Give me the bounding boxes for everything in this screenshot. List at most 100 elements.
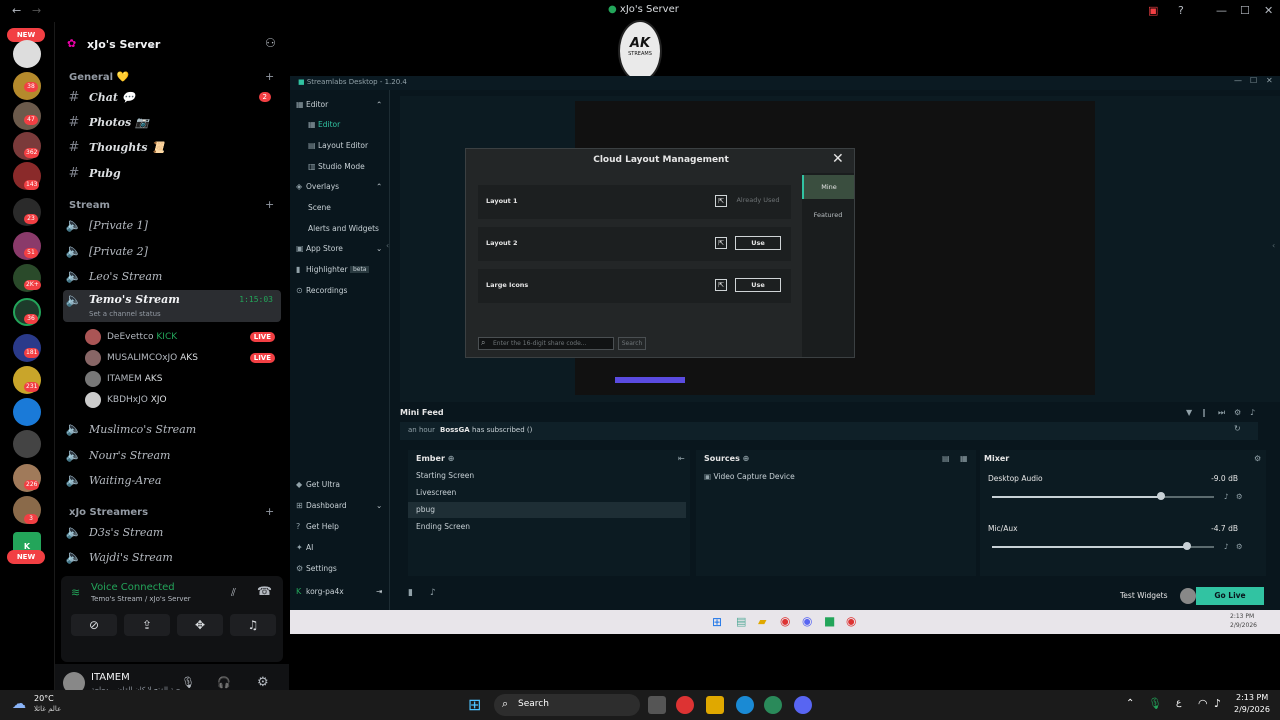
channel-photos[interactable]: # Photos 📷	[63, 111, 281, 133]
voice-user[interactable]: ITAMEM AKS	[85, 369, 162, 389]
voice-channel-private-2[interactable]: 🔈 [Private 2]	[63, 240, 281, 262]
settings-gear-icon[interactable]: ⚙	[1234, 408, 1241, 417]
folder-icon[interactable]: ▤	[942, 454, 950, 463]
preview-canvas[interactable]: Cloud Layout Management ✕ Layout 1 ⇱ Alr…	[465, 101, 1095, 395]
tab-mine[interactable]: Mine	[802, 175, 854, 199]
settings-gear-icon[interactable]: ⚙	[1254, 454, 1261, 463]
pause-icon[interactable]: ‖	[1202, 408, 1206, 417]
screen-share-button[interactable]: ⇪	[124, 614, 170, 636]
voice-channel-waiting[interactable]: 🔈 Waiting-Area	[63, 469, 281, 491]
scene-item[interactable]: Ending Screen	[408, 519, 686, 535]
inbox-icon[interactable]: ▣	[1148, 4, 1158, 17]
replay-icon[interactable]: ↻	[1234, 424, 1241, 433]
voice-channel-d3s[interactable]: 🔈 D3s's Stream	[63, 521, 281, 543]
minimize-icon[interactable]: —	[1216, 4, 1227, 17]
category-streamers[interactable]: xJo Streamers	[69, 507, 148, 518]
close-icon[interactable]: ✕	[1266, 76, 1273, 85]
nav-editor[interactable]: ▦ Editor	[308, 120, 340, 129]
headphones-icon[interactable]: 🎧	[217, 676, 231, 689]
close-icon[interactable]: ✕	[832, 151, 844, 167]
volume-slider[interactable]	[992, 542, 1214, 550]
settings-gear-icon[interactable]: ⚙	[1236, 492, 1243, 501]
invite-icon[interactable]: ⚇	[265, 36, 276, 50]
soundboard-button[interactable]: ♫	[230, 614, 276, 636]
weather-icon[interactable]: ☁	[12, 696, 26, 712]
collapse-icon[interactable]: ⇤	[678, 454, 685, 463]
voice-channel-private-1[interactable]: 🔈 [Private 1]	[63, 214, 281, 236]
use-layout-button[interactable]: Use	[735, 278, 781, 292]
use-layout-button[interactable]: Use	[735, 236, 781, 250]
search-box[interactable]: ⌕ Search	[494, 694, 640, 716]
scene-item-selected[interactable]: pbug	[408, 502, 686, 518]
channel-chat[interactable]: # Chat 💬 2	[63, 86, 281, 108]
nav-layout-editor[interactable]: ▤ Layout Editor	[308, 141, 368, 150]
scene-item[interactable]: Livescreen	[408, 485, 686, 501]
camera-button[interactable]: ⊘	[71, 614, 117, 636]
volume-slider[interactable]	[992, 492, 1214, 500]
source-item[interactable]: ▣ Video Capture Device	[704, 472, 795, 481]
category-stream[interactable]: Stream	[69, 200, 110, 211]
nav-dashboard[interactable]: ⊞ Dashboard ⌄	[296, 501, 384, 510]
stats-icon[interactable]: ▮	[408, 588, 413, 598]
category-general[interactable]: General 💛	[69, 72, 129, 83]
skip-icon[interactable]: ⏭	[1218, 408, 1225, 418]
channel-status[interactable]: Set a channel status	[89, 310, 161, 318]
nav-recordings[interactable]: ⊙ Recordings	[296, 286, 347, 295]
add-channel-icon[interactable]: +	[265, 505, 274, 518]
language-indicator[interactable]: ع	[1176, 698, 1181, 708]
voice-channel-temo[interactable]: 🔈 Temo's Stream 1:15:03 Set a channel st…	[63, 290, 281, 322]
chevron-up-icon[interactable]: ⌃	[1126, 698, 1134, 709]
nav-account[interactable]: Kkorg-pa4x ⇥	[296, 587, 386, 596]
test-widgets-button[interactable]: Test Widgets	[1120, 591, 1167, 600]
settings-gear-icon[interactable]: ⚙	[257, 675, 269, 690]
search-button[interactable]: Search	[618, 337, 646, 350]
discord-icon[interactable]	[794, 696, 812, 714]
signal-icon[interactable]: ≋	[71, 586, 80, 599]
start-icon[interactable]: ⊞	[468, 695, 481, 714]
minimize-icon[interactable]: —	[1234, 76, 1242, 85]
nav-app-store[interactable]: ▣ App Store ⌄	[296, 244, 384, 253]
streamlabs-icon[interactable]	[764, 696, 782, 714]
tab-featured[interactable]: Featured	[802, 203, 854, 227]
scene-item[interactable]: Starting Screen	[408, 468, 686, 484]
voice-user[interactable]: MUSALIMCOxJO AKS LIVE	[85, 348, 275, 368]
help-icon[interactable]: ?	[1178, 4, 1184, 17]
collapse-left-icon[interactable]: ‹	[386, 241, 389, 250]
speaker-icon[interactable]: ♪	[1224, 542, 1229, 551]
nav-editor-group[interactable]: ▦ Editor ⌃	[296, 100, 384, 109]
server-header[interactable]: ✿ xJo's Server ⌄ ⚇	[55, 28, 289, 58]
volume-knob[interactable]	[1156, 492, 1165, 500]
voice-channel-muslimco[interactable]: 🔈 Muslimco's Stream	[63, 418, 281, 440]
volume-knob[interactable]	[1183, 542, 1192, 550]
nav-highlighter[interactable]: ▮ Highlighter beta	[296, 265, 370, 274]
chevron-down-icon[interactable]: ⌄	[147, 37, 156, 50]
nav-get-help[interactable]: ? Get Help	[296, 522, 339, 531]
collapse-right-icon[interactable]: ‹	[1272, 241, 1275, 250]
file-explorer-icon[interactable]	[706, 696, 724, 714]
notification-bell-icon[interactable]: ♪	[430, 588, 436, 598]
share-icon[interactable]: ⇱	[715, 237, 727, 249]
nav-alerts[interactable]: Alerts and Widgets	[308, 224, 379, 233]
microphone-icon[interactable]: 🎙	[1148, 697, 1162, 710]
voice-channel-nour[interactable]: 🔈 Nour's Stream	[63, 444, 281, 466]
forward-icon[interactable]: →	[32, 4, 41, 17]
wifi-icon[interactable]: ◠	[1198, 697, 1208, 710]
maximize-icon[interactable]: ☐	[1250, 76, 1257, 85]
settings-gear-icon[interactable]: ⚙	[1236, 542, 1243, 551]
add-folder-icon[interactable]: ▦	[960, 454, 968, 463]
nav-overlays[interactable]: ◈ Overlays ⌃	[296, 182, 384, 191]
add-channel-icon[interactable]: +	[265, 70, 274, 83]
nav-studio-mode[interactable]: ▥ Studio Mode	[308, 162, 365, 171]
disconnect-icon[interactable]: ☎	[257, 584, 272, 598]
server-icon[interactable]	[13, 398, 41, 426]
voice-channel-leo[interactable]: 🔈 Leo's Stream	[63, 265, 281, 287]
speaker-icon[interactable]: ♪	[1224, 492, 1229, 501]
filter-icon[interactable]: ▼	[1186, 408, 1192, 417]
volume-icon[interactable]: ♪	[1250, 408, 1255, 417]
maximize-icon[interactable]: ☐	[1240, 4, 1250, 17]
voice-user[interactable]: DeEvettco KICK LIVE	[85, 327, 275, 347]
noise-suppression-icon[interactable]: ⫽	[231, 586, 236, 600]
go-live-button[interactable]: Go Live	[1196, 587, 1264, 605]
nav-scene[interactable]: Scene	[308, 203, 331, 212]
speaker-icon[interactable]: ♪	[1214, 697, 1221, 710]
